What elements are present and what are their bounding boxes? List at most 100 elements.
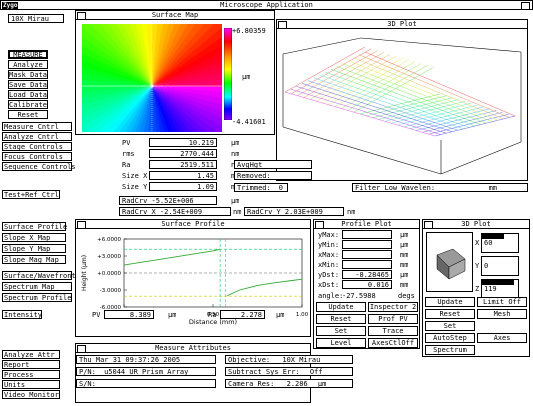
window-close-icon[interactable] [521, 2, 530, 9]
plot3d-autostep-button[interactable]: AutoStep [425, 333, 475, 343]
objective-label: Objective: [228, 356, 271, 364]
filter-label: Filter Low Wavelen: [355, 184, 436, 192]
plot3d-limit-off-button[interactable]: Limit Off [477, 297, 527, 307]
menu-units[interactable]: Units [2, 380, 60, 389]
menu-analyze-cntrl[interactable]: Analyze Cntrl [2, 132, 72, 141]
menu-slope-mag-map[interactable]: Slope Mag Map [2, 255, 66, 264]
profile-axesctloff-button[interactable]: AxesCtlOff [368, 338, 418, 348]
menu-spectrum-profile[interactable]: Spectrum Profile [2, 293, 72, 302]
menu-intensity[interactable]: Intensity [2, 310, 42, 319]
mesh-line [364, 51, 516, 117]
surface-map-close-icon[interactable] [77, 12, 86, 19]
surface-map-image[interactable] [82, 24, 222, 132]
menu-slope-y-map[interactable]: Slope Y Map [2, 244, 66, 253]
menu-process[interactable]: Process [2, 370, 60, 379]
surface-map-title: Surface Map [151, 11, 199, 19]
plot3d-window: 3D Plot [276, 19, 528, 181]
profile-inspector-2-button[interactable]: Inspector 2 [368, 302, 418, 312]
profile-ra-label: Ra [208, 311, 217, 319]
profile-pv-label: PV [92, 311, 101, 319]
plot3d-spectrum-button[interactable]: Spectrum [425, 345, 475, 355]
x-value-field[interactable]: 60 [481, 233, 519, 253]
menu-video-monitor[interactable]: Video Monitor [2, 390, 60, 399]
menu-mask-data-button[interactable]: Mask Data [8, 70, 48, 79]
menu-load-data-button[interactable]: Load Data [8, 90, 48, 99]
zygo-logo: Zygo [2, 2, 19, 9]
menu-slope-x-map[interactable]: Slope X Map [2, 233, 66, 242]
profile-plot-title: Profile Plot [341, 220, 392, 228]
surface-map-colorbar [224, 28, 232, 120]
camera-label: Camera Res: [228, 380, 275, 388]
profile-trace-button[interactable]: Trace [368, 326, 418, 336]
measure-attributes-titlebar[interactable]: Measure Attributes [75, 343, 311, 353]
measure-attributes-close-icon[interactable] [77, 345, 86, 352]
radcrv-unit: µm [231, 197, 240, 205]
z-value-field[interactable]: 119 [481, 279, 519, 299]
mesh-line [284, 46, 366, 93]
menu-analyze-attr[interactable]: Analyze Attr [2, 350, 60, 359]
menu-sequence-controls[interactable]: Sequence Controls [2, 162, 76, 171]
objective-value: 10X Mirau [282, 356, 321, 364]
y-tick-label: +0.0000 [97, 271, 121, 277]
subtract-field: Subtract Sys Err: Off [225, 367, 353, 376]
x-value: 60 [484, 239, 493, 247]
menu-save-data-button[interactable]: Save Data [8, 80, 48, 89]
surface-profile-titlebar[interactable]: Surface Profile [75, 219, 311, 229]
menu-spectrum-map[interactable]: Spectrum Map [2, 282, 72, 291]
menu-surface-profile[interactable]: Surface Profile [2, 222, 67, 231]
mesh-line [319, 74, 470, 128]
menu-stage-controls[interactable]: Stage Controls [2, 142, 72, 151]
mesh-line [291, 48, 372, 95]
menu-focus-controls[interactable]: Focus Controls [2, 152, 72, 161]
profile-reset-button[interactable]: Reset [316, 314, 366, 324]
x-axis-title: Distance (mm) [189, 318, 237, 326]
y-tick-label: -3.0000 [100, 288, 122, 294]
radcrvx-unit: nm [233, 208, 242, 216]
profile-update-button[interactable]: Update [316, 302, 366, 312]
profile-level-button[interactable]: Level [316, 338, 366, 348]
plot3d-reset-button[interactable]: Reset [425, 309, 475, 319]
plot3d-small-window: 3D Plot X 60 Y 0 Z 119 Update Limit Off Re… [422, 219, 530, 357]
mesh-line [309, 54, 391, 100]
surface-map-titlebar[interactable]: Surface Map [75, 10, 275, 20]
pv-unit: µm [231, 139, 240, 147]
z-axis-label: Z [475, 285, 480, 293]
surface-map-window: Surface Map +6.80359 µm -4.41601 [75, 10, 275, 135]
plot3d-update-button[interactable]: Update [425, 297, 475, 307]
sizex-value: 1.45 [149, 171, 217, 180]
menu-measure-cntrl[interactable]: Measure Cntrl [2, 122, 72, 131]
plot3d-titlebar[interactable]: 3D Plot [276, 19, 528, 29]
menu-report[interactable]: Report [2, 360, 60, 369]
plot3d-small-close-icon[interactable] [424, 221, 433, 228]
x-tick-label: 1.00 [296, 312, 308, 318]
profile-plot-close-icon[interactable] [315, 221, 324, 228]
profile-set-button[interactable]: Set [316, 326, 366, 336]
plot3d-axes-button[interactable]: Axes [477, 333, 527, 343]
y-tick-label: +3.0000 [97, 254, 121, 260]
menu-test-ref-ctrl[interactable]: Test+Ref Ctrl [2, 190, 60, 199]
radcrv-value: RadCrv -5.52E+006 [119, 196, 217, 205]
menu-measure-button[interactable]: MEASURE [8, 50, 48, 59]
plot3d-small-title: 3D Plot [461, 220, 491, 228]
mesh-line [366, 95, 447, 117]
objective-selector[interactable]: 10X Mirau [8, 14, 64, 23]
menu-calibrate-button[interactable]: Calibrate [8, 100, 48, 109]
rms-label: rms [122, 150, 135, 158]
plot3d-mesh-button[interactable]: Mesh [477, 309, 527, 319]
menu-reset-button[interactable]: Reset [8, 110, 48, 119]
plot3d-close-icon[interactable] [278, 21, 287, 28]
mesh-line [378, 99, 459, 120]
plot3d-small-view[interactable] [426, 232, 473, 292]
surface-profile-close-icon[interactable] [77, 221, 86, 228]
plot3d-set-button[interactable]: Set [425, 321, 475, 331]
y-value-field[interactable]: 0 [481, 256, 519, 276]
menu-surface-wavefront[interactable]: Surface/Wavefront [2, 271, 76, 280]
profile-row-value: 0.016 [342, 280, 392, 289]
mesh-line [290, 88, 441, 135]
mesh-line [440, 141, 522, 175]
profile-plot-titlebar[interactable]: Profile Plot [313, 219, 420, 229]
plot3d-small-titlebar[interactable]: 3D Plot [422, 219, 530, 229]
menu-analyze-button[interactable]: Analyze [8, 60, 48, 69]
profile-prof-pv-button[interactable]: Prof PV [368, 314, 418, 324]
plot3d-mesh[interactable] [281, 32, 525, 178]
